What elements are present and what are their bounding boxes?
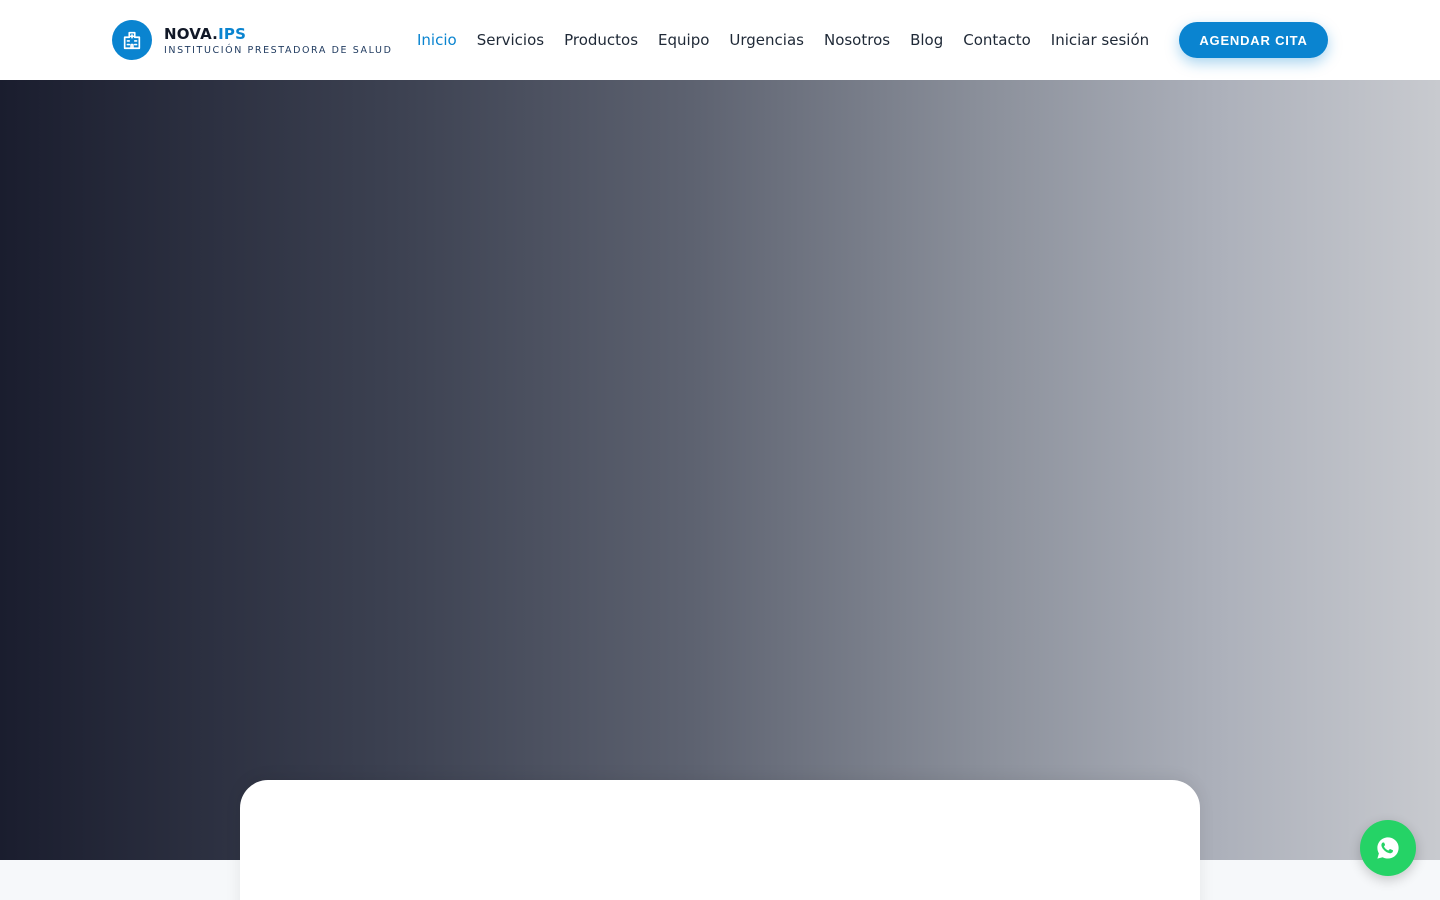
brand-text: NOVA.IPS INSTITUCIÓN PRESTADORA DE SALUD xyxy=(164,25,393,56)
nav-item-nosotros[interactable]: Nosotros xyxy=(814,0,900,80)
nav-item-servicios[interactable]: Servicios xyxy=(467,0,554,80)
nav-item-iniciar-sesion[interactable]: Iniciar sesión xyxy=(1041,0,1159,80)
nav-item-urgencias[interactable]: Urgencias xyxy=(719,0,814,80)
hero-banner xyxy=(0,80,1440,860)
nav-item-equipo[interactable]: Equipo xyxy=(648,0,719,80)
brand-tagline: INSTITUCIÓN PRESTADORA DE SALUD xyxy=(164,44,393,56)
main-nav: Inicio Servicios Productos Equipo Urgenc… xyxy=(407,0,1159,80)
site-header: NOVA.IPS INSTITUCIÓN PRESTADORA DE SALUD… xyxy=(0,0,1440,80)
brand-name: NOVA.IPS xyxy=(164,24,247,43)
nav-item-blog[interactable]: Blog xyxy=(900,0,953,80)
content-card xyxy=(240,780,1200,900)
whatsapp-button[interactable] xyxy=(1360,820,1416,876)
nav-item-inicio[interactable]: Inicio xyxy=(407,0,467,80)
brand-logo[interactable]: NOVA.IPS INSTITUCIÓN PRESTADORA DE SALUD xyxy=(112,20,393,60)
nav-item-contacto[interactable]: Contacto xyxy=(953,0,1041,80)
hospital-icon xyxy=(112,20,152,60)
agendar-cita-button[interactable]: AGENDAR CITA xyxy=(1179,22,1328,58)
nav-item-productos[interactable]: Productos xyxy=(554,0,648,80)
whatsapp-icon xyxy=(1377,837,1399,859)
